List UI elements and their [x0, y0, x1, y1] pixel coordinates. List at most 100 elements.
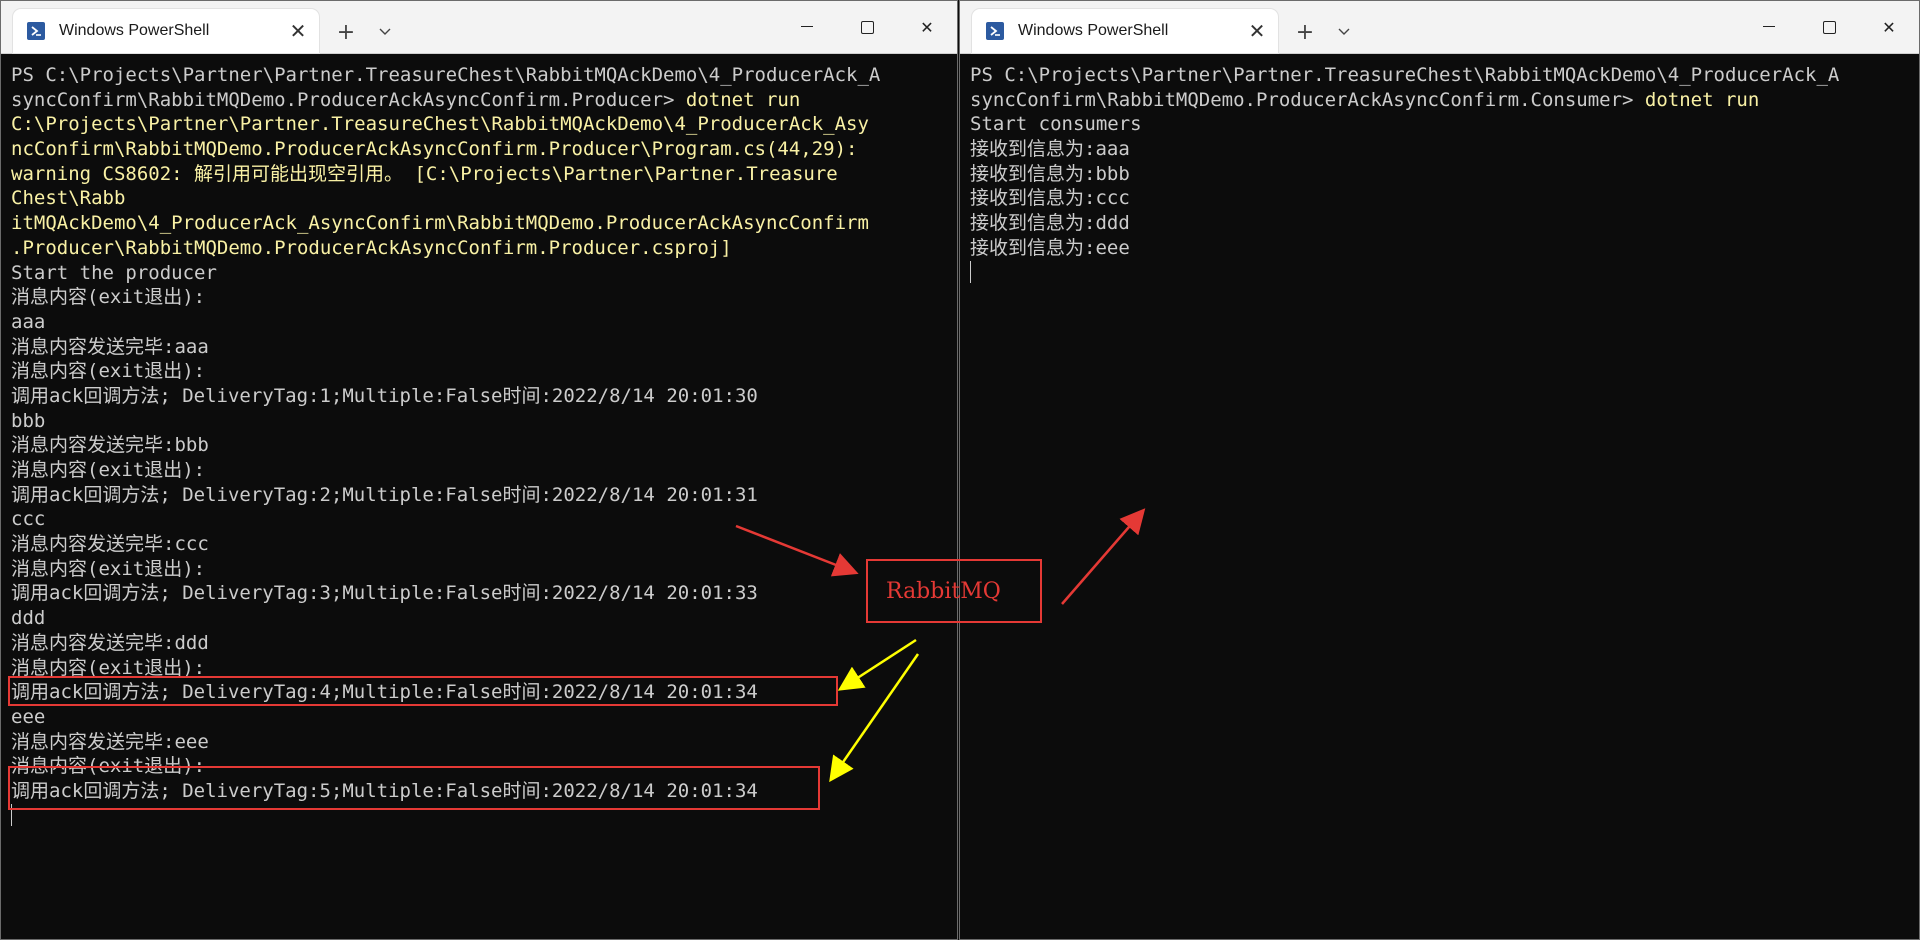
maximize-icon: [1822, 20, 1836, 34]
close-icon: ✕: [920, 17, 934, 37]
terminal-line: syncConfirm\RabbitMQDemo.ProducerAckAsyn…: [970, 88, 1919, 113]
terminal-line: 接收到信息为:bbb: [970, 162, 1919, 187]
powershell-icon: [27, 22, 45, 40]
terminal-text: aaa: [11, 310, 46, 333]
terminal-text: 调用ack回调方法; DeliveryTag:4;Multiple:False时…: [11, 681, 758, 704]
close-tab-icon[interactable]: ✕: [281, 14, 315, 48]
terminal-text: warning CS8602: 解引用可能出现空引用。 [C:\Projects…: [11, 162, 838, 185]
terminal-text: 消息内容(exit退出):: [11, 557, 206, 580]
new-tab-button[interactable]: +: [328, 15, 364, 49]
terminal-line: 调用ack回调方法; DeliveryTag:3;Multiple:False时…: [11, 581, 957, 606]
terminal-line: Chest\Rabb: [11, 186, 957, 211]
terminal-line: syncConfirm\RabbitMQDemo.ProducerAckAsyn…: [11, 88, 957, 113]
terminal-text: 消息内容发送完毕:bbb: [11, 434, 209, 457]
minimize-button[interactable]: [777, 1, 837, 53]
close-icon: ✕: [1882, 17, 1896, 37]
terminal-line: itMQAckDemo\4_ProducerAck_AsyncConfirm\R…: [11, 211, 957, 236]
terminal-line: 接收到信息为:ddd: [970, 211, 1919, 236]
powershell-icon: [986, 22, 1004, 40]
maximize-icon: [860, 20, 874, 34]
chevron-down-icon[interactable]: [1326, 15, 1362, 49]
terminal-text: ccc: [11, 508, 46, 531]
terminal-line: 消息内容(exit退出):: [11, 359, 957, 384]
chevron-down-icon[interactable]: [367, 15, 403, 49]
terminal-text: 消息内容(exit退出):: [11, 286, 206, 309]
powershell-window-consumer: Windows PowerShell ✕ + ✕ PS C:\Projects\…: [959, 0, 1920, 940]
terminal-line: 消息内容(exit退出):: [11, 458, 957, 483]
terminal-text: syncConfirm\RabbitMQDemo.ProducerAckAsyn…: [970, 88, 1645, 111]
terminal-line: ncConfirm\RabbitMQDemo.ProducerAckAsyncC…: [11, 137, 957, 162]
terminal-text: Start consumers: [970, 113, 1142, 136]
terminal-line: bbb: [11, 409, 957, 434]
terminal-text: eee: [11, 705, 46, 728]
terminal-line: Start the producer: [11, 261, 957, 286]
terminal-text: C:\Projects\Partner\Partner.TreasureChes…: [11, 113, 869, 136]
command-text: dotnet run: [1644, 88, 1760, 111]
terminal-line: warning CS8602: 解引用可能出现空引用。 [C:\Projects…: [11, 162, 957, 187]
minimize-icon: [1763, 25, 1775, 27]
terminal-text: 接收到信息为:eee: [970, 236, 1130, 259]
terminal-line: Start consumers: [970, 112, 1919, 137]
terminal-line: 调用ack回调方法; DeliveryTag:5;Multiple:False时…: [11, 779, 957, 804]
terminal-line: 接收到信息为:eee: [970, 236, 1919, 261]
terminal-text: syncConfirm\RabbitMQDemo.ProducerAckAsyn…: [11, 88, 686, 111]
close-window-button[interactable]: ✕: [897, 1, 957, 53]
terminal-line: 调用ack回调方法; DeliveryTag:2;Multiple:False时…: [11, 483, 957, 508]
terminal-text: bbb: [11, 409, 46, 432]
terminal-line: 消息内容发送完毕:bbb: [11, 433, 957, 458]
terminal-line: 调用ack回调方法; DeliveryTag:4;Multiple:False时…: [11, 680, 957, 705]
terminal-text: 接收到信息为:ccc: [970, 187, 1130, 210]
terminal-text: PS C:\Projects\Partner\Partner.TreasureC…: [970, 64, 1840, 86]
text-cursor: [11, 803, 12, 826]
terminal-line: 调用ack回调方法; DeliveryTag:1;Multiple:False时…: [11, 384, 957, 409]
tab-title: Windows PowerShell: [1018, 22, 1169, 39]
terminal-line: ddd: [11, 606, 957, 631]
terminal-text: 接收到信息为:ddd: [970, 212, 1130, 235]
terminal-line: 消息内容发送完毕:eee: [11, 730, 957, 755]
terminal-line: 消息内容发送完毕:aaa: [11, 335, 957, 360]
terminal-line: aaa: [11, 310, 957, 335]
terminal-line: PS C:\Projects\Partner\Partner.TreasureC…: [970, 63, 1919, 88]
terminal-text: .Producer\RabbitMQDemo.ProducerAckAsyncC…: [11, 236, 732, 259]
terminal-line: .Producer\RabbitMQDemo.ProducerAckAsyncC…: [11, 236, 957, 261]
terminal-line: C:\Projects\Partner\Partner.TreasureChes…: [11, 112, 957, 137]
tab-powershell[interactable]: Windows PowerShell ✕: [13, 9, 319, 53]
terminal-text: PS C:\Projects\Partner\Partner.TreasureC…: [11, 64, 881, 86]
text-cursor: [970, 260, 971, 283]
terminal-text: 消息内容发送完毕:aaa: [11, 335, 209, 358]
minimize-button[interactable]: [1739, 1, 1799, 53]
window-controls: ✕: [777, 1, 957, 53]
close-tab-icon[interactable]: ✕: [1240, 14, 1274, 48]
terminal-text: 消息内容(exit退出):: [11, 755, 206, 778]
prompt-line: [11, 803, 957, 829]
terminal-text: 调用ack回调方法; DeliveryTag:3;Multiple:False时…: [11, 582, 758, 605]
close-window-button[interactable]: ✕: [1859, 1, 1919, 53]
terminal-text: 接收到信息为:bbb: [970, 162, 1130, 185]
terminal-output-consumer[interactable]: PS C:\Projects\Partner\Partner.TreasureC…: [960, 53, 1919, 939]
command-text: dotnet run: [685, 88, 801, 111]
tab-powershell[interactable]: Windows PowerShell ✕: [972, 9, 1278, 53]
terminal-line: 消息内容(exit退出):: [11, 656, 957, 681]
new-tab-button[interactable]: +: [1287, 15, 1323, 49]
terminal-line: 消息内容(exit退出):: [11, 557, 957, 582]
maximize-button[interactable]: [837, 1, 897, 53]
terminal-text: 接收到信息为:aaa: [970, 138, 1130, 161]
terminal-line: 消息内容(exit退出):: [11, 285, 957, 310]
powershell-window-producer: Windows PowerShell ✕ + ✕ PS C:\Projects\…: [0, 0, 958, 940]
terminal-text: 调用ack回调方法; DeliveryTag:5;Multiple:False时…: [11, 779, 758, 802]
minimize-icon: [801, 25, 813, 27]
terminal-line: eee: [11, 705, 957, 730]
window-controls: ✕: [1739, 1, 1919, 53]
tab-title: Windows PowerShell: [59, 22, 210, 39]
terminal-output-producer[interactable]: PS C:\Projects\Partner\Partner.TreasureC…: [1, 53, 957, 939]
maximize-button[interactable]: [1799, 1, 1859, 53]
terminal-line: 接收到信息为:ccc: [970, 186, 1919, 211]
terminal-text: 消息内容发送完毕:ccc: [11, 533, 209, 556]
terminal-line: PS C:\Projects\Partner\Partner.TreasureC…: [11, 63, 957, 88]
titlebar: Windows PowerShell ✕ + ✕: [1, 1, 957, 54]
terminal-text: 消息内容发送完毕:ddd: [11, 631, 209, 654]
terminal-text: 消息内容(exit退出):: [11, 459, 206, 481]
terminal-text: 消息内容发送完毕:eee: [11, 730, 209, 753]
desktop: Windows PowerShell ✕ + ✕ PS C:\Projects\…: [0, 0, 1920, 940]
terminal-text: 调用ack回调方法; DeliveryTag:2;Multiple:False时…: [11, 483, 758, 506]
